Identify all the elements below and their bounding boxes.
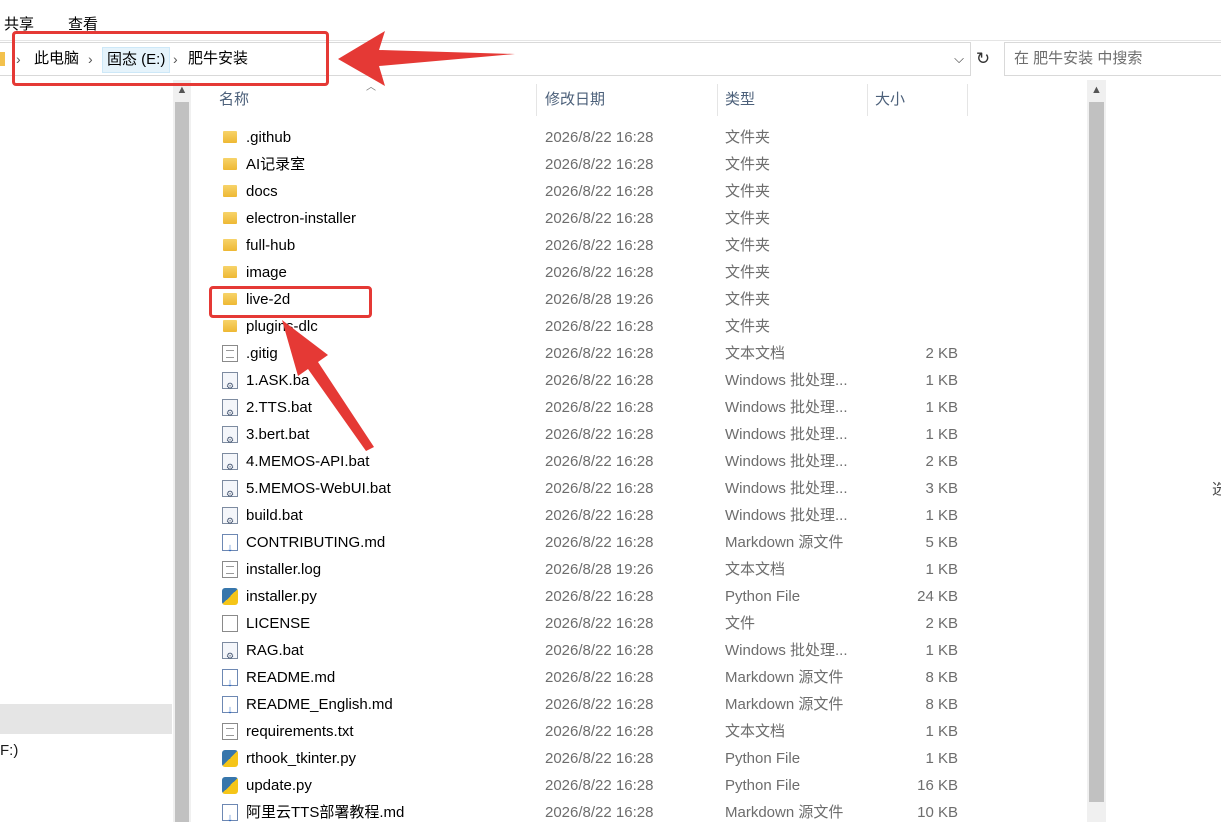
annotation-arrows (282, 31, 515, 451)
annotation-arrow-up (282, 320, 374, 451)
annotation-arrow-left (338, 31, 515, 86)
